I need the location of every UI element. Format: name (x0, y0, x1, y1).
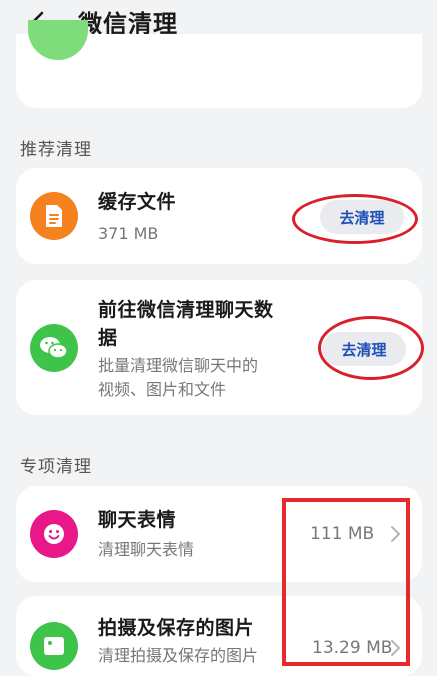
chat-stickers-title: 聊天表情 (98, 509, 177, 531)
chat-data-title-line1: 前往微信清理聊天数 (98, 299, 274, 321)
wechat-icon (30, 324, 78, 372)
saved-photos-title: 拍摄及保存的图片 (98, 617, 255, 639)
document-icon (30, 192, 78, 240)
summary-card (16, 20, 422, 108)
saved-photos-desc: 清理拍摄及保存的图片 (98, 646, 259, 665)
section-title-special: 专项清理 (20, 457, 92, 477)
chat-stickers-desc: 清理聊天表情 (98, 540, 195, 559)
chat-data-desc-line1: 批量清理微信聊天中的 (98, 356, 259, 375)
cache-files-title: 缓存文件 (98, 191, 177, 213)
image-icon (30, 622, 78, 670)
annotation-circle-chat (318, 316, 424, 380)
smiley-icon (30, 510, 78, 558)
annotation-rectangle-sizes (282, 498, 410, 666)
chat-data-title-line2: 据 (98, 327, 118, 349)
section-title-recommended: 推荐清理 (20, 140, 92, 160)
chat-data-desc-line2: 视频、图片和文件 (98, 380, 227, 399)
cache-files-size: 371 MB (98, 224, 159, 243)
summary-circle-icon (28, 20, 88, 60)
annotation-circle-cache (292, 194, 418, 244)
